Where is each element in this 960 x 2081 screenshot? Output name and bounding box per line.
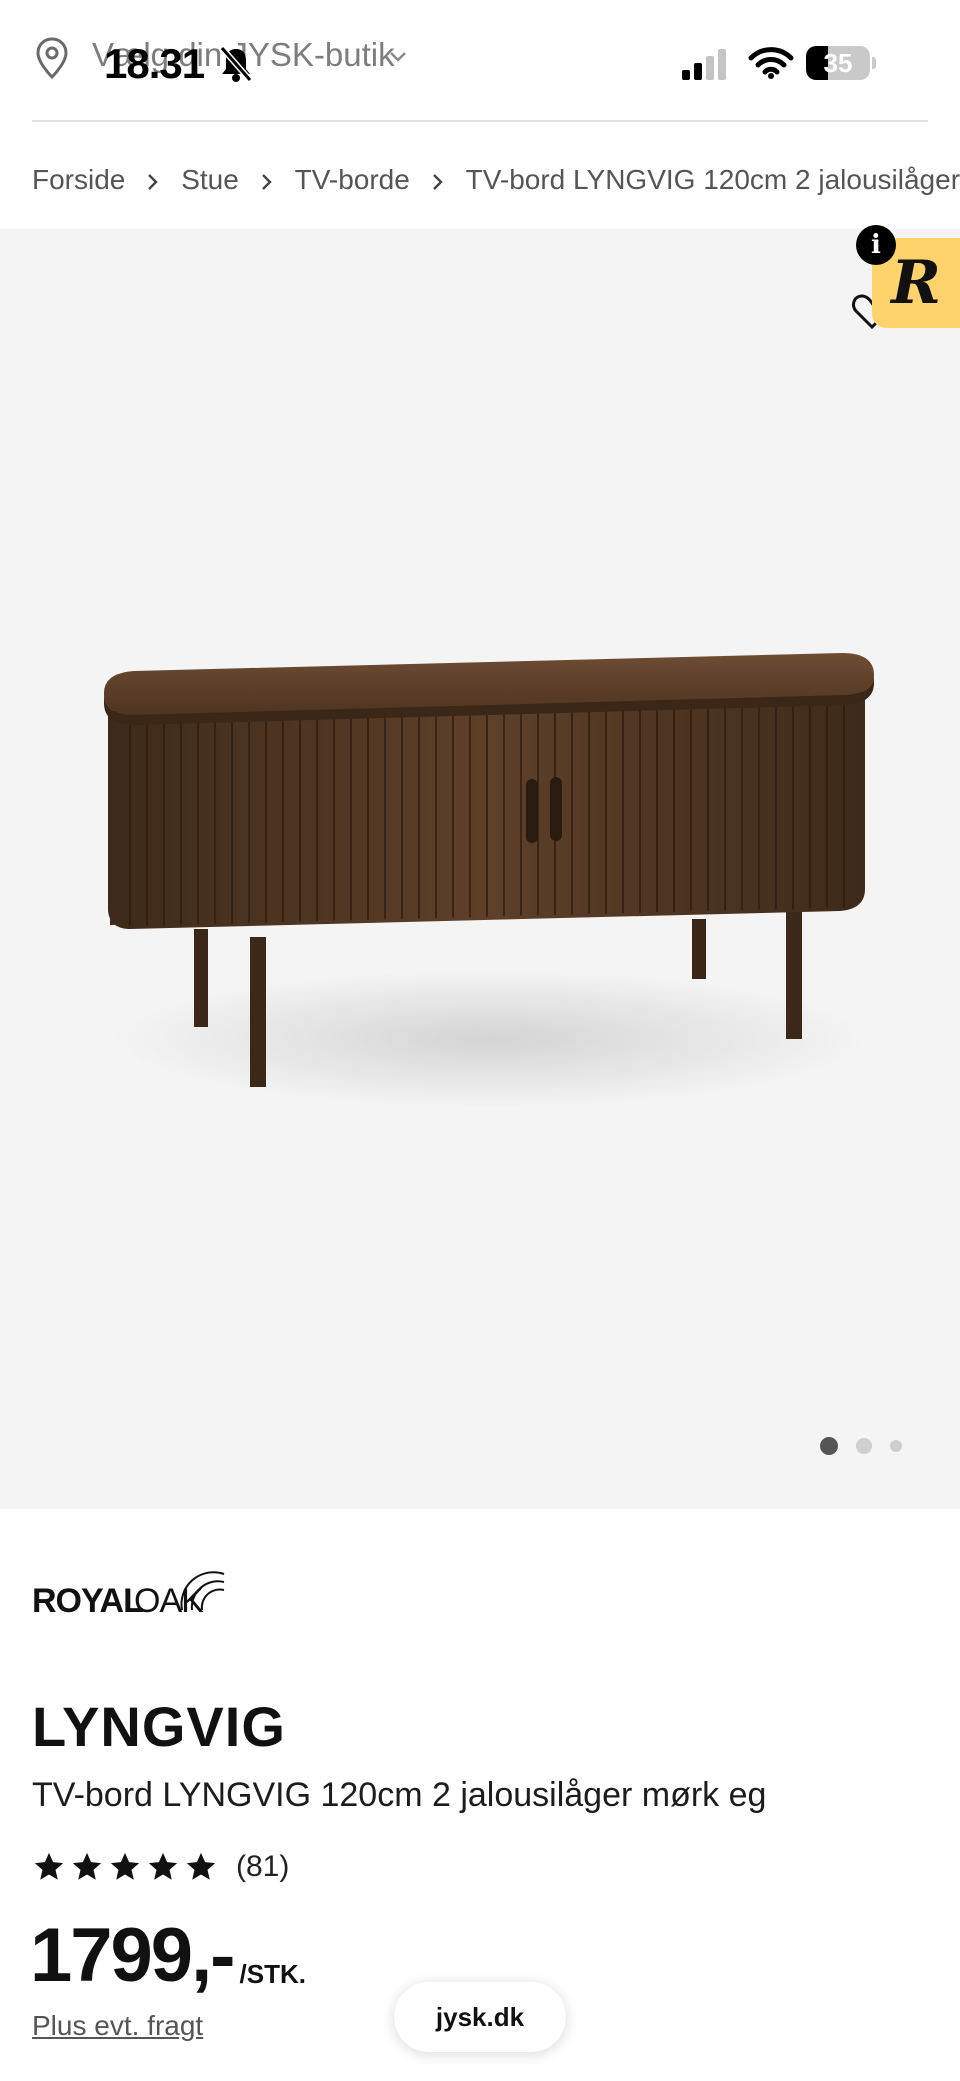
header-divider xyxy=(32,120,928,122)
browser-url-pill[interactable]: jysk.dk xyxy=(394,1982,566,2052)
product-gallery[interactable]: R i xyxy=(0,225,960,1509)
star-icon xyxy=(72,1852,102,1880)
rating-count[interactable]: (81) xyxy=(236,1850,289,1884)
svg-text:ROYAL: ROYAL xyxy=(32,1582,143,1620)
battery-body: 35 xyxy=(806,46,870,80)
location-pin-icon[interactable] xyxy=(34,36,70,80)
wifi-icon xyxy=(748,47,794,79)
breadcrumb-item-current[interactable]: TV-bord LYNGVIG 120cm 2 jalousilåger xyxy=(466,164,960,196)
rating-stars xyxy=(32,1850,218,1884)
chevron-right-icon xyxy=(125,164,181,196)
price-row: 1799,- /STK. xyxy=(30,1918,306,1994)
pagination-dot[interactable] xyxy=(820,1437,838,1455)
battery-tip xyxy=(872,57,876,69)
chevron-right-icon xyxy=(410,164,466,196)
star-icon xyxy=(148,1852,178,1880)
product-description: TV-bord LYNGVIG 120cm 2 jalousilåger mør… xyxy=(32,1776,767,1814)
product-price: 1799,- xyxy=(30,1913,235,1998)
battery-percent: 35 xyxy=(823,48,853,78)
pagination-dot[interactable] xyxy=(856,1438,872,1454)
product-image-tv-bench[interactable] xyxy=(90,619,890,1339)
freight-link[interactable]: Plus evt. fragt xyxy=(32,2010,203,2042)
chevron-right-icon xyxy=(239,164,295,196)
breadcrumb-item-stue[interactable]: Stue xyxy=(181,164,239,196)
gallery-pagination[interactable] xyxy=(820,1436,902,1456)
top-bar: Vælg din JYSK-butik 18.31 35 xyxy=(0,0,960,120)
status-time: 18.31 xyxy=(104,40,205,87)
pagination-dot[interactable] xyxy=(890,1440,902,1452)
star-icon xyxy=(110,1852,140,1880)
star-icon xyxy=(34,1852,64,1880)
star-icon xyxy=(186,1852,216,1880)
chevron-down-icon[interactable] xyxy=(388,50,408,64)
bell-muted-icon xyxy=(219,46,253,82)
breadcrumb-item-tv-borde[interactable]: TV-borde xyxy=(295,164,410,196)
breadcrumb-item-forside[interactable]: Forside xyxy=(32,164,125,196)
price-unit: /STK. xyxy=(239,1959,306,1989)
product-rating[interactable]: (81) xyxy=(32,1846,289,1888)
info-icon[interactable]: i xyxy=(856,225,896,265)
brand-logo-royal-oak: ROYAL OAK xyxy=(32,1571,225,1620)
svg-text:OAK: OAK xyxy=(134,1582,204,1620)
breadcrumb: Forside Stue TV-borde TV-bord LYNGVIG 12… xyxy=(32,158,960,202)
product-family-title: LYNGVIG xyxy=(32,1695,286,1758)
battery-indicator: 35 xyxy=(806,46,876,80)
cellular-signal-icon xyxy=(682,49,726,80)
